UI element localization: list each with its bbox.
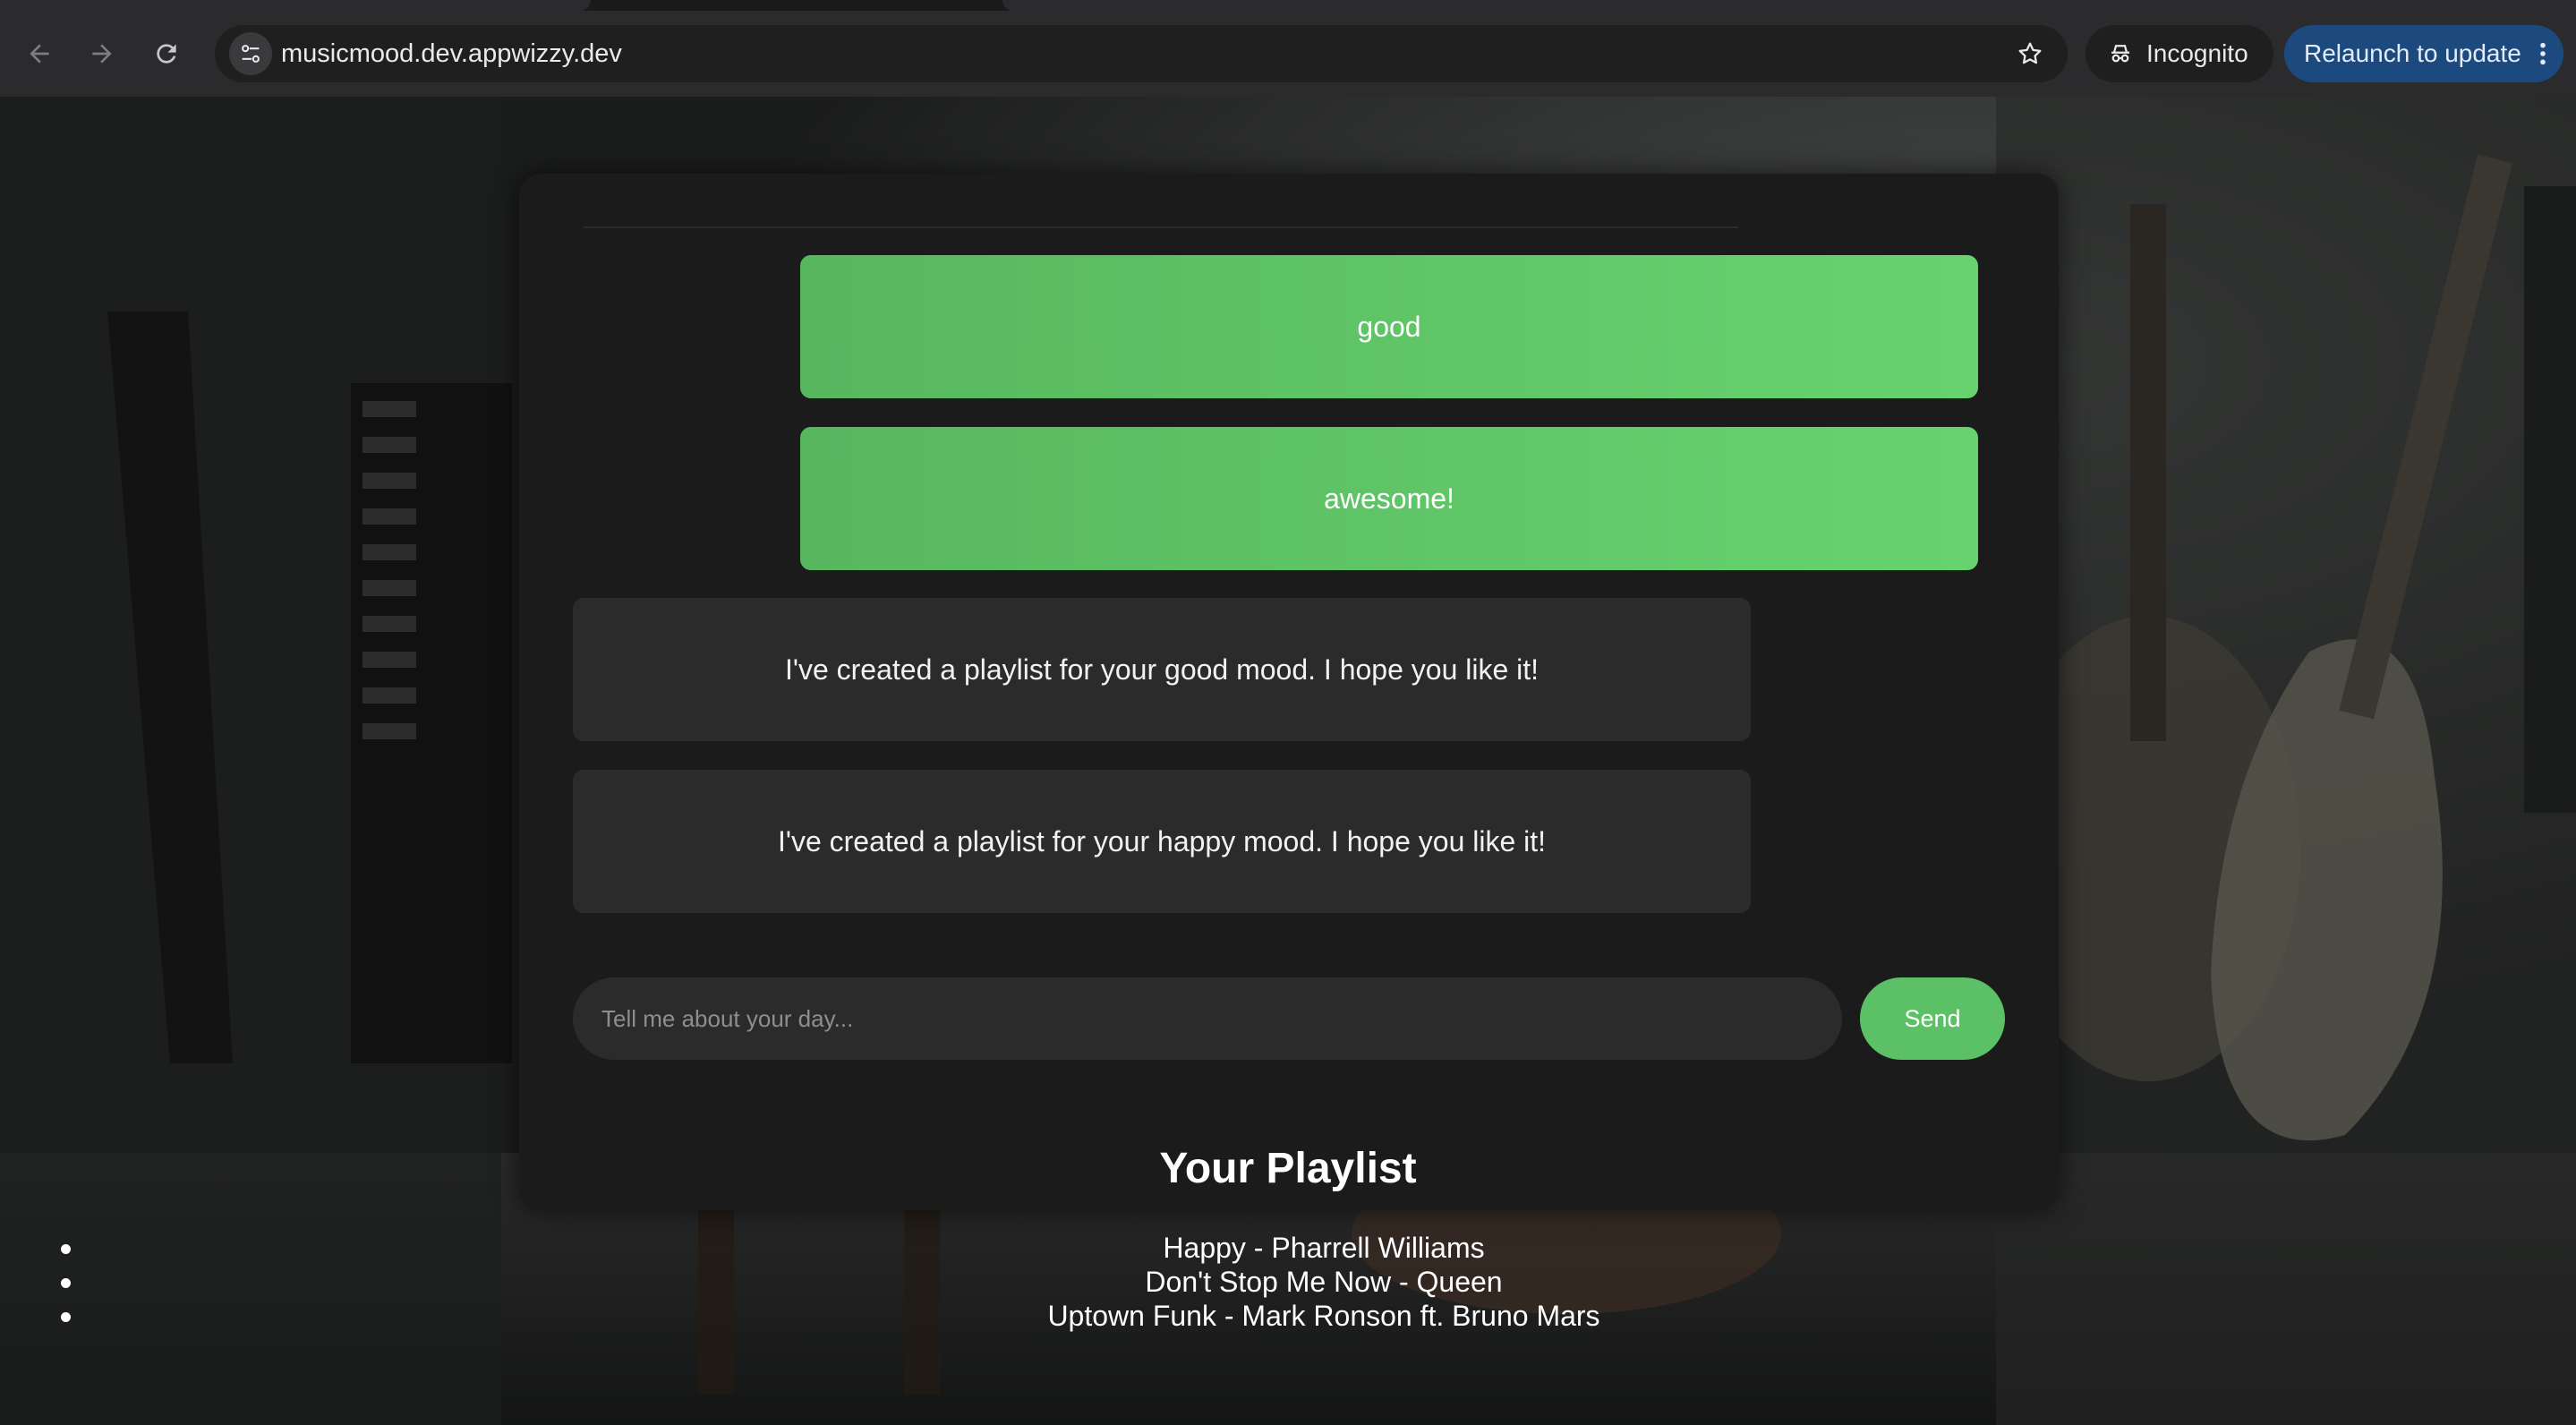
incognito-indicator[interactable]: Incognito bbox=[2086, 25, 2273, 82]
playlist-song: Don't Stop Me Now - Queen bbox=[0, 1266, 2576, 1300]
back-arrow-icon bbox=[30, 44, 49, 64]
forward-arrow-icon bbox=[92, 44, 112, 64]
site-info-icon bbox=[242, 45, 260, 63]
bookmark-button[interactable] bbox=[2009, 32, 2051, 75]
address-bar[interactable]: musicmood.dev.appwizzy.dev bbox=[215, 25, 2068, 82]
chat-input[interactable] bbox=[600, 1003, 1821, 1034]
bot-message-text: I've created a playlist for your happy m… bbox=[777, 824, 1547, 858]
list-bullet bbox=[61, 1312, 71, 1322]
send-button[interactable]: Send bbox=[1860, 977, 2005, 1060]
page-viewport: good awesome! I've created a playlist fo… bbox=[0, 97, 2576, 1425]
reload-button[interactable] bbox=[141, 29, 192, 79]
chat-divider bbox=[584, 226, 1738, 228]
incognito-label: Incognito bbox=[2146, 39, 2248, 67]
playlist-title: Your Playlist bbox=[1159, 1145, 1417, 1192]
bot-message: I've created a playlist for your happy m… bbox=[573, 770, 1751, 913]
inactive-tab-edge[interactable] bbox=[1002, 0, 2576, 11]
playlist-list: Happy - Pharrell Williams Don't Stop Me … bbox=[0, 1232, 2576, 1334]
list-bullet bbox=[61, 1244, 71, 1254]
back-button[interactable] bbox=[14, 29, 64, 79]
active-tab-edge[interactable] bbox=[0, 0, 591, 11]
incognito-icon bbox=[2107, 40, 2134, 67]
site-info-button[interactable] bbox=[229, 32, 272, 75]
playlist-song: Uptown Funk - Mark Ronson ft. Bruno Mars bbox=[0, 1300, 2576, 1334]
song-title: Happy - Pharrell Williams bbox=[1163, 1232, 1485, 1264]
reload-icon bbox=[157, 44, 176, 64]
tab-strip bbox=[0, 0, 2576, 11]
user-message: good bbox=[800, 255, 1978, 398]
user-message-text: awesome! bbox=[1324, 482, 1454, 515]
more-vert-icon[interactable] bbox=[2538, 39, 2548, 68]
chat-input-wrapper bbox=[573, 977, 1842, 1060]
bot-message: I've created a playlist for your good mo… bbox=[573, 598, 1751, 741]
song-title: Don't Stop Me Now - Queen bbox=[1145, 1266, 1503, 1298]
forward-button[interactable] bbox=[77, 29, 127, 79]
user-message-text: good bbox=[1357, 310, 1421, 343]
relaunch-label: Relaunch to update bbox=[2304, 39, 2521, 67]
user-message: awesome! bbox=[800, 427, 1978, 570]
playlist-song: Happy - Pharrell Williams bbox=[0, 1232, 2576, 1266]
url-text[interactable]: musicmood.dev.appwizzy.dev bbox=[281, 25, 622, 82]
list-bullet bbox=[61, 1278, 71, 1288]
browser-toolbar: musicmood.dev.appwizzy.dev Incognito Rel… bbox=[0, 0, 2576, 97]
bot-message-text: I've created a playlist for your good mo… bbox=[784, 653, 1540, 686]
relaunch-button[interactable]: Relaunch to update bbox=[2284, 25, 2563, 82]
song-title: Uptown Funk - Mark Ronson ft. Bruno Mars bbox=[1047, 1300, 1600, 1332]
bookmark-star-icon bbox=[2018, 42, 2042, 64]
browser-window: musicmood.dev.appwizzy.dev Incognito Rel… bbox=[0, 0, 2576, 1425]
